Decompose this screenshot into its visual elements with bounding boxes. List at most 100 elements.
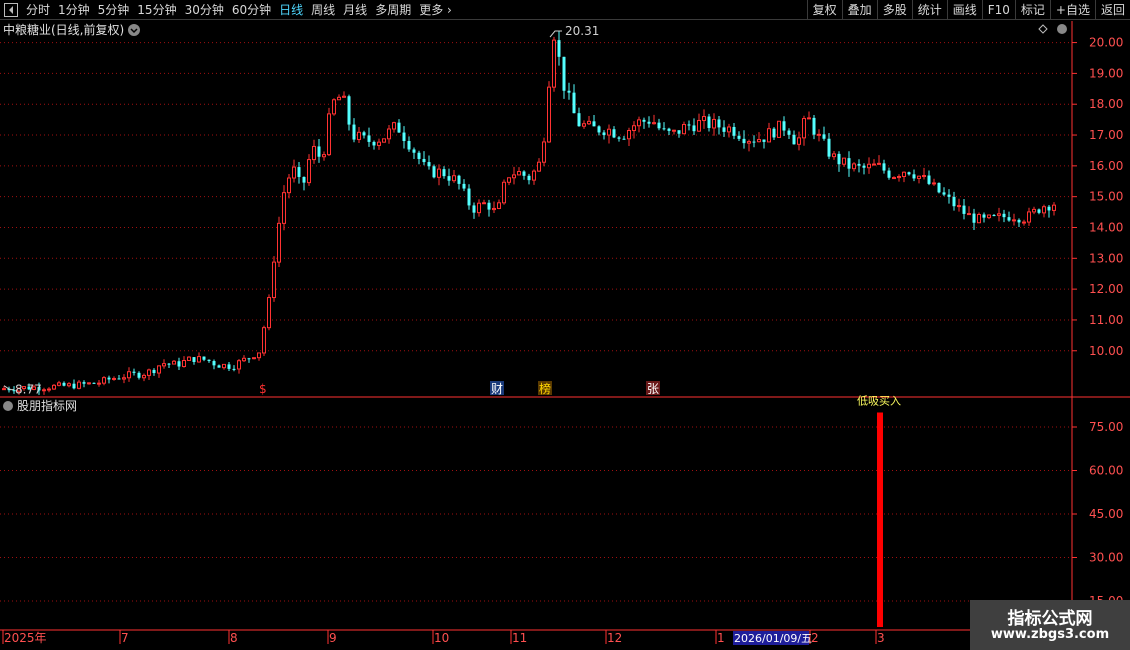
candle-body-up [532,170,536,181]
candle-body-down [732,126,736,136]
date-label: 12 [607,631,622,645]
candle-body-down [92,382,96,384]
candle-body-up [387,128,391,140]
date-cursor-label: 2026/01/09/五 [734,632,812,645]
candle-body-up [77,381,81,389]
candle-body-up [437,168,441,178]
candle-body-up [237,360,241,370]
candle-body-down [212,361,216,366]
candle-body-up [897,175,901,179]
candle-body-up [187,356,191,362]
candle-body-down [82,382,86,384]
candle-body-down [372,141,376,146]
watermark-url: www.zbgs3.com [990,627,1110,642]
candle-body-up [582,123,586,127]
candle-body-up [1032,208,1036,213]
candle-body-up [452,175,456,182]
candle-body-down [457,175,461,184]
date-label: 10 [434,631,449,645]
candle-body-down [467,188,471,206]
candle-body-up [127,371,131,379]
candle-body-up [547,86,551,143]
candle-body-up [852,163,856,170]
candle-body-up [252,357,256,360]
candle-body-down [822,134,826,139]
event-marker: 张 [647,382,659,396]
candle-body-up [1042,206,1046,214]
candle-body-down [972,213,976,223]
candle-body-down [942,192,946,195]
price-tick-label: 11.00 [1089,313,1123,327]
candle-body-up [477,202,481,214]
candle-body-down [752,141,756,143]
min-price-label: 8.77 [15,383,42,397]
candle-body-up [747,141,751,144]
candle-body-up [262,327,266,354]
candle-body-down [707,116,711,128]
candle-body-down [302,176,306,183]
candle-body-down [597,126,601,133]
candle-body-down [352,124,356,140]
candle-body-up [867,163,871,169]
candle-body-up [87,382,91,385]
candle-body-down [347,96,351,125]
candle-body-down [232,368,236,370]
stock-chart[interactable]: 10.00 11.00 12.00 13.00 14.00 15.00 16.00 17.00… [0,0,1130,650]
candle-body-down [692,125,696,132]
candle-body-down [402,132,406,142]
title-dropdown-icon [128,24,140,36]
candle-body-up [512,174,516,179]
candle-body-down [462,183,466,189]
candle-body-up [492,207,496,211]
candle-body-up [1052,204,1056,211]
candle-body-up [277,222,281,263]
candle-body-up [102,377,106,384]
candle-body-up [182,360,186,368]
price-tick-label: 19.00 [1089,66,1123,80]
candle-body-up [222,363,226,369]
candle-body-up [542,141,546,163]
indicator-title: 股朋指标网 [17,398,77,413]
candle-body-down [167,363,171,365]
candle-body-down [227,364,231,369]
candle-body-down [617,137,621,139]
candle-body-down [812,117,816,135]
candle-body-down [862,165,866,168]
candle-body-up [272,261,276,299]
candle-body-down [687,124,691,126]
candle-body-down [1002,213,1006,218]
candle-body-down [72,383,76,389]
candle-body-up [757,139,761,143]
settings-dropdown-icon [1057,24,1067,34]
candle-body-down [662,128,666,130]
candle-body-down [527,175,531,181]
candle-body-down [557,40,561,57]
candle-body-down [192,357,196,362]
date-label: 2 [811,631,819,645]
candle-body-down [362,132,366,136]
candle-body-down [562,56,566,91]
candle-body-down [1007,217,1011,221]
candle-body-up [607,128,611,136]
candle-body-up [327,113,331,156]
candle-body-up [342,95,346,98]
candle-body-down [407,141,411,150]
candle-body-down [602,132,606,136]
event-marker: 榜 [539,381,551,396]
candle-body-up [1012,219,1016,222]
candle-body-down [782,121,786,131]
candle-body-up [57,382,61,386]
candle-body-down [397,122,401,133]
candle-body-up [1027,211,1031,223]
candle-body-down [577,113,581,127]
candle-body-down [1017,219,1021,223]
indicator-dropdown-icon [3,401,13,411]
candle-body-up [242,357,246,362]
candle-body-up [842,157,846,165]
date-label: 11 [512,631,527,645]
candle-body-down [827,138,831,157]
candle-body-up [517,170,521,176]
price-tick-label: 14.00 [1089,220,1123,234]
candle-body-up [997,213,1001,216]
candle-body-down [62,382,66,386]
